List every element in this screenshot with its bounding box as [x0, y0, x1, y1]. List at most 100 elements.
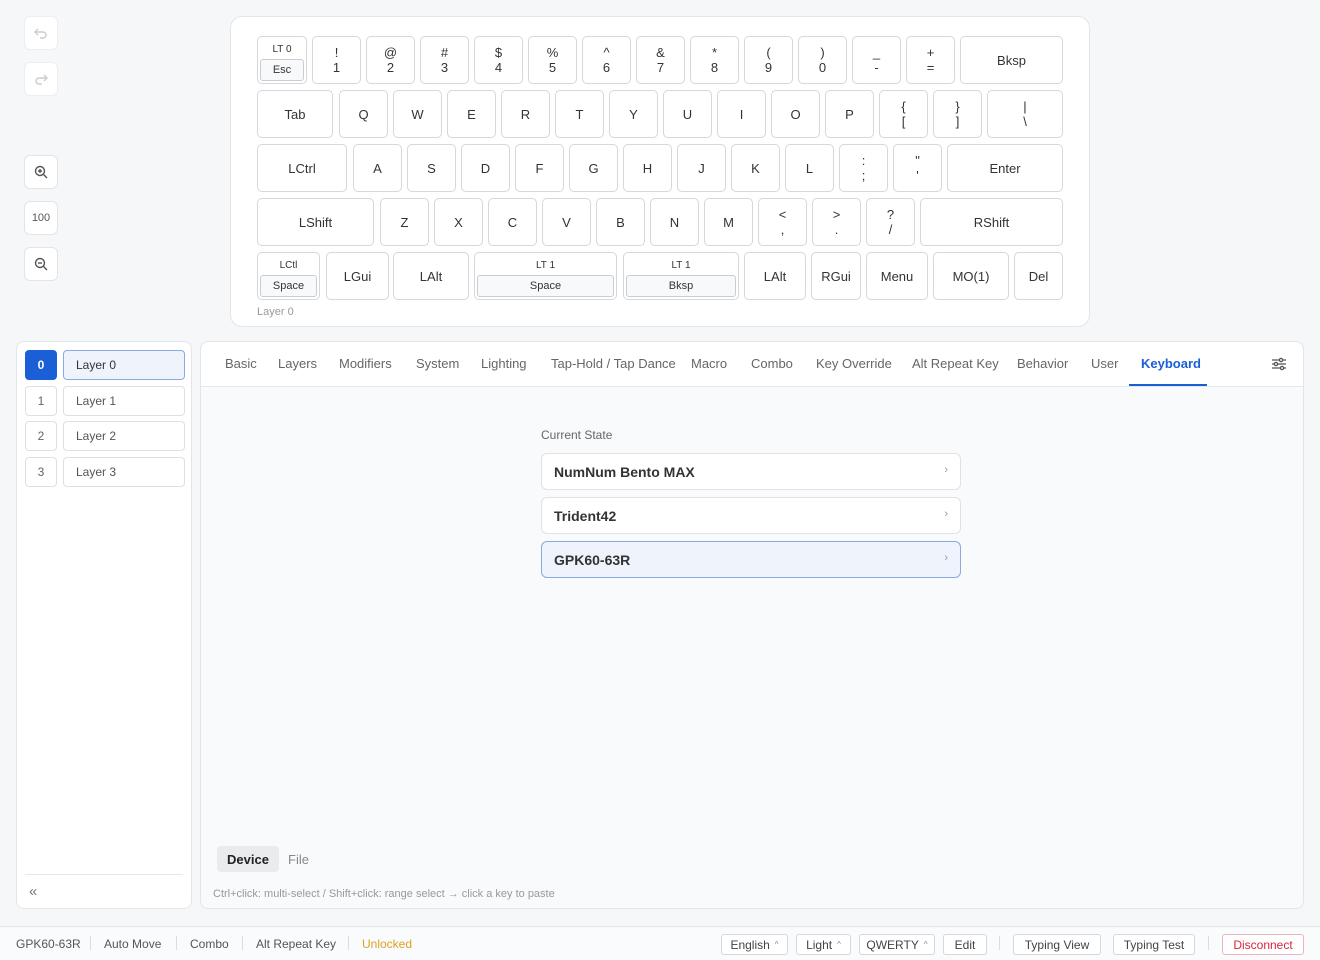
- sliders-icon[interactable]: [1271, 356, 1287, 372]
- keyboard-item-trident42[interactable]: Trident42 ›: [541, 497, 961, 534]
- tab-system[interactable]: System: [416, 356, 459, 371]
- key-o[interactable]: O: [771, 90, 820, 138]
- tab-keyboard[interactable]: Keyboard: [1141, 356, 1201, 371]
- tab-behavior[interactable]: Behavior: [1017, 356, 1068, 371]
- keyboard-item-gpk60-63r[interactable]: GPK60-63R ›: [541, 541, 961, 578]
- theme-select[interactable]: Light ^: [796, 934, 851, 955]
- key-l[interactable]: L: [785, 144, 834, 192]
- layer-row-3[interactable]: 3 Layer 3: [25, 457, 185, 487]
- zoom-level[interactable]: 100: [24, 201, 58, 235]
- key-tab[interactable]: Tab: [257, 90, 333, 138]
- layout-select[interactable]: QWERTY ^: [859, 934, 935, 955]
- language-select[interactable]: English ^: [721, 934, 788, 955]
- layer-row-2[interactable]: 2 Layer 2: [25, 421, 185, 451]
- key-x[interactable]: X: [434, 198, 483, 246]
- typing-test-button[interactable]: Typing Test: [1113, 934, 1195, 955]
- key-lt-1-bksp[interactable]: LT 1 Bksp: [623, 252, 739, 300]
- key-q[interactable]: Q: [339, 90, 388, 138]
- tab-tap-hold-tap-dance[interactable]: Tap-Hold / Tap Dance: [551, 356, 676, 371]
- redo-button[interactable]: [24, 62, 58, 96]
- key-lalt[interactable]: LAlt: [744, 252, 806, 300]
- tab-combo[interactable]: Combo: [751, 356, 793, 371]
- key-t[interactable]: T: [555, 90, 604, 138]
- key-lt-0-esc[interactable]: LT 0 Esc: [257, 36, 307, 84]
- tab-basic[interactable]: Basic: [225, 356, 257, 371]
- key-a[interactable]: A: [353, 144, 402, 192]
- key-mo-1[interactable]: MO(1): [933, 252, 1009, 300]
- key-i[interactable]: I: [717, 90, 766, 138]
- layer-name[interactable]: Layer 3: [63, 457, 185, 487]
- layer-name[interactable]: Layer 1: [63, 386, 185, 416]
- key-lt-1-space[interactable]: LT 1 Space: [474, 252, 617, 300]
- disconnect-button[interactable]: Disconnect: [1222, 934, 1304, 955]
- key-3[interactable]: #3: [420, 36, 469, 84]
- key-rgui[interactable]: RGui: [811, 252, 861, 300]
- key-c[interactable]: C: [488, 198, 537, 246]
- key-lalt[interactable]: LAlt: [393, 252, 469, 300]
- key-n[interactable]: N: [650, 198, 699, 246]
- key-symbol[interactable]: >.: [812, 198, 861, 246]
- key-symbol[interactable]: | \: [987, 90, 1063, 138]
- key-4[interactable]: $4: [474, 36, 523, 84]
- layer-row-1[interactable]: 1 Layer 1: [25, 386, 185, 416]
- key-p[interactable]: P: [825, 90, 874, 138]
- layer-number[interactable]: 3: [25, 457, 57, 487]
- key-1[interactable]: ! 1: [312, 36, 361, 84]
- source-tab-device[interactable]: Device: [217, 846, 279, 872]
- key-8[interactable]: * 8: [690, 36, 739, 84]
- tab-layers[interactable]: Layers: [278, 356, 317, 371]
- key-symbol[interactable]: ? /: [866, 198, 915, 246]
- undo-button[interactable]: [24, 16, 58, 50]
- layer-name[interactable]: Layer 0: [63, 350, 185, 380]
- key-k[interactable]: K: [731, 144, 780, 192]
- key-symbol[interactable]: + =: [906, 36, 955, 84]
- key-lgui[interactable]: LGui: [326, 252, 389, 300]
- key-y[interactable]: Y: [609, 90, 658, 138]
- key-z[interactable]: Z: [380, 198, 429, 246]
- typing-view-button[interactable]: Typing View: [1013, 934, 1101, 955]
- auto-move-toggle[interactable]: Auto Move: [104, 937, 161, 951]
- key-6[interactable]: ^ 6: [582, 36, 631, 84]
- key-b[interactable]: B: [596, 198, 645, 246]
- key-e[interactable]: E: [447, 90, 496, 138]
- alt-repeat-status[interactable]: Alt Repeat Key: [256, 937, 336, 951]
- edit-button[interactable]: Edit: [943, 934, 987, 955]
- layer-row-0[interactable]: 0 Layer 0: [25, 350, 185, 380]
- key-menu[interactable]: Menu: [866, 252, 928, 300]
- key-h[interactable]: H: [623, 144, 672, 192]
- key-7[interactable]: & 7: [636, 36, 685, 84]
- layer-number[interactable]: 1: [25, 386, 57, 416]
- key-symbol[interactable]: _ -: [852, 36, 901, 84]
- combo-status[interactable]: Combo: [190, 937, 229, 951]
- key-symbol[interactable]: <,: [758, 198, 807, 246]
- key-s[interactable]: S: [407, 144, 456, 192]
- tab-key-override[interactable]: Key Override: [816, 356, 892, 371]
- key-m[interactable]: M: [704, 198, 753, 246]
- tab-lighting[interactable]: Lighting: [481, 356, 527, 371]
- tab-alt-repeat-key[interactable]: Alt Repeat Key: [912, 356, 999, 371]
- key-r[interactable]: R: [501, 90, 550, 138]
- key-symbol[interactable]: " ': [893, 144, 942, 192]
- key-f[interactable]: F: [515, 144, 564, 192]
- key-bksp[interactable]: Bksp: [960, 36, 1063, 84]
- key-0[interactable]: ) 0: [798, 36, 847, 84]
- key-lctl-space[interactable]: LCtl Space: [257, 252, 320, 300]
- key-enter[interactable]: Enter: [947, 144, 1063, 192]
- key-u[interactable]: U: [663, 90, 712, 138]
- key-rshift[interactable]: RShift: [920, 198, 1063, 246]
- layer-name[interactable]: Layer 2: [63, 421, 185, 451]
- lock-status[interactable]: Unlocked: [362, 937, 412, 951]
- tab-modifiers[interactable]: Modifiers: [339, 356, 392, 371]
- tab-macro[interactable]: Macro: [691, 356, 727, 371]
- tab-user[interactable]: User: [1091, 356, 1118, 371]
- layer-number[interactable]: 2: [25, 421, 57, 451]
- key-v[interactable]: V: [542, 198, 591, 246]
- key-5[interactable]: % 5: [528, 36, 577, 84]
- zoom-out-button[interactable]: [24, 247, 58, 281]
- key-lshift[interactable]: LShift: [257, 198, 374, 246]
- keyboard-item-numnum-bento-max[interactable]: NumNum Bento MAX ›: [541, 453, 961, 490]
- key-symbol[interactable]: }]: [933, 90, 982, 138]
- key-lctrl[interactable]: LCtrl: [257, 144, 347, 192]
- key-w[interactable]: W: [393, 90, 442, 138]
- source-tab-file[interactable]: File: [278, 846, 319, 872]
